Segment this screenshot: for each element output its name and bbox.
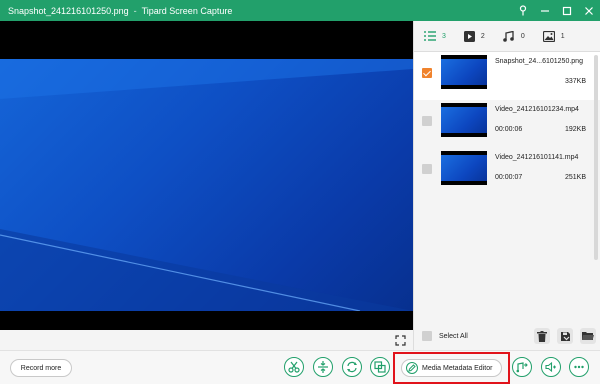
select-all-box[interactable]: [422, 331, 432, 341]
tab-all[interactable]: 3: [420, 21, 450, 51]
preview-toolbar: [0, 330, 413, 350]
title-bar: Snapshot_241216101250.png - Tipard Screen …: [0, 0, 600, 21]
item-size: 192KB: [564, 126, 586, 133]
item-size: 337KB: [564, 78, 586, 85]
item-size: 251KB: [564, 174, 586, 181]
media-metadata-editor-label: Media Metadata Editor: [422, 364, 493, 372]
trim-button[interactable]: [284, 357, 304, 377]
fullscreen-icon: [394, 334, 406, 346]
list-icon: [424, 31, 436, 41]
open-folder-button[interactable]: [580, 328, 596, 344]
window-title: Snapshot_241216101250.png - Tipard Screen …: [0, 6, 232, 16]
window-controls: [512, 0, 600, 21]
tab-audio-count: 0: [520, 32, 525, 40]
image-icon: [542, 30, 555, 42]
save-icon: [560, 331, 570, 341]
tab-video[interactable]: 2: [460, 21, 489, 51]
maximize-button[interactable]: [556, 0, 578, 21]
more-icon: [574, 365, 584, 369]
item-checkbox[interactable]: [422, 164, 432, 174]
wallpaper-graphic: [0, 59, 413, 311]
item-duration: 00:00:06: [495, 126, 523, 133]
video-icon: [463, 30, 475, 42]
item-checkbox[interactable]: [422, 116, 432, 126]
item-duration: 00:00:07: [495, 174, 523, 181]
select-all-label: Select All: [439, 332, 468, 340]
compress-icon: [318, 361, 328, 373]
minimize-icon: [541, 9, 549, 12]
refresh-icon: [347, 361, 357, 373]
merge-button[interactable]: [370, 357, 390, 377]
volume-icon: [545, 361, 556, 373]
media-metadata-editor-button[interactable]: Media Metadata Editor: [401, 359, 502, 377]
file-panel: 3 2 0 1 Snapshot_24...6101250.png 337KB …: [413, 21, 600, 350]
item-filename: Video_241216101141.mp4: [495, 154, 579, 161]
list-scrollbar[interactable]: [594, 55, 598, 260]
item-checkbox[interactable]: [422, 68, 432, 78]
close-icon: [585, 6, 593, 15]
item-filename: Snapshot_24...6101250.png: [495, 58, 583, 65]
audio-extract-icon: [516, 362, 528, 373]
merge-icon: [374, 361, 386, 373]
media-preview: [0, 21, 413, 330]
tab-all-count: 3: [442, 32, 446, 40]
record-more-button[interactable]: Record more: [10, 359, 72, 377]
edit-icon: [406, 362, 418, 374]
tab-video-count: 2: [480, 32, 485, 40]
audio-extract-button[interactable]: [512, 357, 532, 377]
list-item[interactable]: Snapshot_24...6101250.png 337KB: [414, 52, 600, 100]
preview-image: [0, 59, 413, 311]
compress-button[interactable]: [313, 357, 333, 377]
tab-audio[interactable]: 0: [499, 21, 529, 51]
media-tabs: 3 2 0 1: [414, 21, 600, 51]
maximize-icon: [562, 6, 572, 15]
list-item[interactable]: Video_241216101141.mp4 00:00:07 251KB: [414, 148, 600, 196]
delete-button[interactable]: [534, 328, 550, 344]
fullscreen-button[interactable]: [393, 333, 407, 347]
volume-button[interactable]: [541, 357, 561, 377]
file-list: Snapshot_24...6101250.png 337KB Video_24…: [414, 52, 600, 222]
metadata-editor-highlight: Media Metadata Editor: [393, 352, 510, 384]
title-separator: -: [133, 5, 137, 16]
select-all-checkbox[interactable]: Select All: [422, 331, 468, 341]
pin-icon: [519, 5, 527, 16]
item-thumbnail: [441, 103, 487, 137]
bottom-toolbar: Record more Media Metadata Editor: [0, 350, 600, 384]
export-button[interactable]: [557, 328, 573, 344]
list-item[interactable]: Video_241216101234.mp4 00:00:06 192KB: [414, 100, 600, 148]
trash-icon: [537, 330, 547, 342]
file-actions: [527, 328, 596, 344]
tab-image-count: 1: [560, 32, 565, 40]
tab-image[interactable]: 1: [539, 21, 569, 51]
minimize-button[interactable]: [534, 0, 556, 21]
close-button[interactable]: [578, 0, 600, 21]
app-window: Snapshot_241216101250.png - Tipard Screen …: [0, 0, 600, 384]
more-button[interactable]: [569, 357, 589, 377]
app-name: Tipard Screen Capture: [141, 5, 233, 16]
item-thumbnail: [441, 55, 487, 89]
item-thumbnail: [441, 151, 487, 185]
scissors-icon: [288, 361, 300, 373]
item-filename: Video_241216101234.mp4: [495, 106, 579, 113]
folder-icon: [582, 332, 594, 340]
convert-button[interactable]: [342, 357, 362, 377]
window-filename: Snapshot_241216101250.png: [8, 5, 129, 16]
audio-icon: [503, 30, 514, 42]
pin-button[interactable]: [512, 0, 534, 21]
